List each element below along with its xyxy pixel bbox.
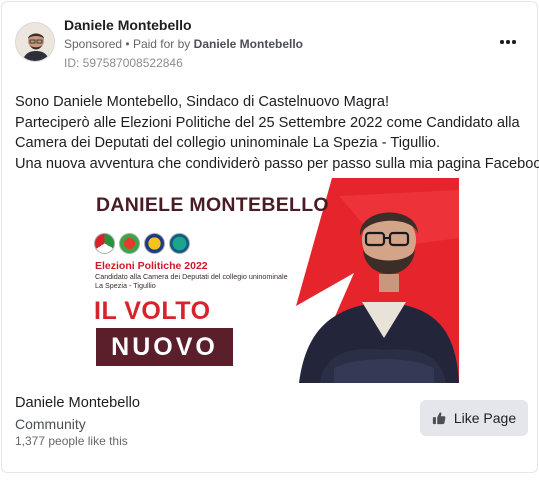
post-text-line: Sono Daniele Montebello, Sindaco di Cast… [15,94,389,110]
paid-by-name[interactable]: Daniele Montebello [194,37,303,51]
ellipsis-dot [512,40,516,44]
ad-id: ID: 597587008522846 [64,56,183,70]
paid-for-prefix: Paid for by [132,37,191,51]
page-name[interactable]: Daniele Montebello [15,395,140,411]
creative-slogan-bottom: NUOVO [96,328,233,366]
thumbs-up-icon [432,412,446,425]
creative-election: Elezioni Politiche 2022 [95,260,208,272]
page-category: Community [15,416,86,432]
creative-slogan-top: IL VOLTO [94,297,211,325]
author-avatar[interactable] [15,22,55,62]
creative-candidate-text: Candidato alla Camera dei Deputati del c… [95,272,288,290]
post-text-line: Camera dei Deputati del collegio uninomi… [15,135,441,151]
ad-creative-image[interactable]: DANIELE MONTEBELLO Elezioni Politiche 20… [84,178,459,383]
like-page-button[interactable]: Like Page [420,400,528,436]
page-like-count: 1,377 people like this [15,434,128,448]
impegno-civico-logo-icon [169,233,190,254]
creative-candidate-name: DANIELE MONTEBELLO [96,194,329,216]
post-text: Sono Daniele Montebello, Sindaco di Cast… [15,92,539,174]
piu-europa-logo-icon [144,233,165,254]
ad-card: Daniele Montebello Sponsored • Paid for … [1,1,539,473]
post-text-line: Una nuova avventura che condividerò pass… [15,155,539,172]
ellipsis-dot [506,40,510,44]
creative-candidate-line: La Spezia - Tigullio [95,281,156,290]
author-name[interactable]: Daniele Montebello [64,17,192,33]
meta-separator: • [125,37,130,51]
post-text-line: Parteciperò alle Elezioni Politiche del … [15,114,520,131]
creative-candidate-line: Candidato alla Camera dei Deputati del c… [95,272,288,281]
ellipsis-icon [500,40,504,44]
like-page-label: Like Page [453,410,517,426]
pd-logo-icon [94,233,115,254]
more-options-button[interactable] [496,32,520,52]
sponsored-meta: Sponsored • Paid for by Daniele Montebel… [64,37,303,51]
avs-logo-icon [119,233,140,254]
sponsored-label[interactable]: Sponsored [64,37,122,51]
party-logos [94,233,194,254]
